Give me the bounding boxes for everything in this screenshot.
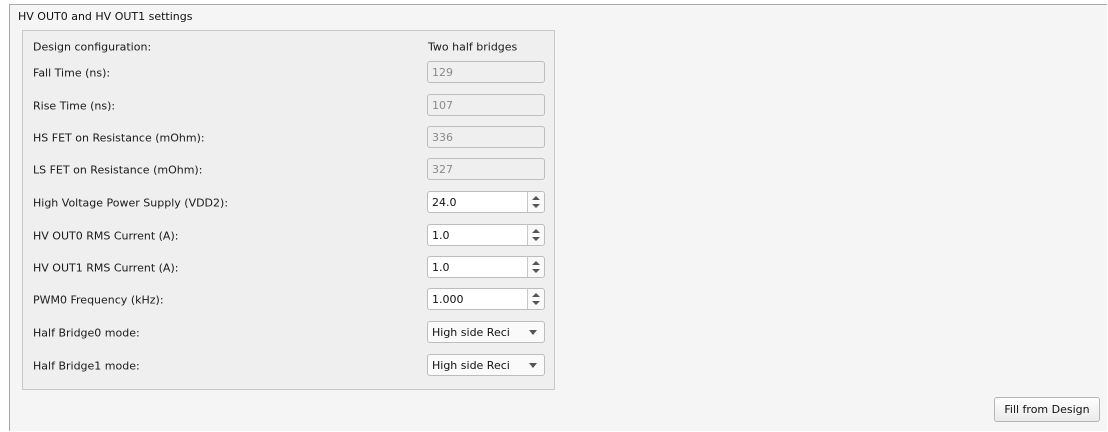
vdd2-value: 24.0: [432, 196, 457, 209]
spinner-down-icon[interactable]: [532, 269, 540, 273]
hv-out0-current-row: HV OUT0 RMS Current (A): 1.0: [23, 223, 554, 249]
vdd2-label: High Voltage Power Supply (VDD2):: [33, 196, 229, 210]
spinner-down-icon[interactable]: [532, 237, 540, 241]
half-bridge0-value: High side Reci: [432, 326, 510, 339]
design-config-row: Design configuration: Two half bridges: [23, 34, 554, 60]
hs-fet-label: HS FET on Resistance (mOhm):: [33, 131, 205, 145]
half-bridge0-row: Half Bridge0 mode: High side Reci: [23, 320, 554, 346]
pwm0-frequency-label: PWM0 Frequency (kHz):: [33, 293, 164, 307]
pwm0-frequency-spinner[interactable]: 1.000: [427, 288, 545, 310]
hv-out1-current-spinner-buttons[interactable]: [527, 257, 544, 277]
design-config-label: Design configuration:: [33, 40, 152, 54]
hv-out0-current-label: HV OUT0 RMS Current (A):: [33, 229, 179, 243]
rise-time-label: Rise Time (ns):: [33, 99, 116, 113]
half-bridge1-label: Half Bridge1 mode:: [33, 359, 140, 373]
ls-fet-row: LS FET on Resistance (mOhm): 327: [23, 157, 554, 183]
hv-out1-current-row: HV OUT1 RMS Current (A): 1.0: [23, 255, 554, 281]
hv-out1-current-value: 1.0: [432, 261, 450, 274]
fall-time-row: Fall Time (ns): 129: [23, 60, 554, 86]
ls-fet-field: 327: [427, 158, 545, 180]
vdd2-spinner[interactable]: 24.0: [427, 191, 545, 213]
vdd2-row: High Voltage Power Supply (VDD2): 24.0: [23, 190, 554, 216]
section-title: HV OUT0 and HV OUT1 settings: [18, 10, 193, 23]
chevron-down-icon: [529, 330, 537, 335]
hs-fet-field: 336: [427, 126, 545, 148]
chevron-down-icon: [529, 363, 537, 368]
half-bridge1-dropdown[interactable]: High side Reci: [427, 354, 545, 376]
spinner-up-icon[interactable]: [532, 196, 540, 200]
hv-out0-current-spinner-buttons[interactable]: [527, 225, 544, 245]
half-bridge1-row: Half Bridge1 mode: High side Reci: [23, 353, 554, 379]
hv-out1-current-label: HV OUT1 RMS Current (A):: [33, 261, 179, 275]
rise-time-row: Rise Time (ns): 107: [23, 93, 554, 119]
half-bridge0-dropdown[interactable]: High side Reci: [427, 321, 545, 343]
hs-fet-row: HS FET on Resistance (mOhm): 336: [23, 125, 554, 151]
fall-time-label: Fall Time (ns):: [33, 66, 111, 80]
spinner-down-icon[interactable]: [532, 301, 540, 305]
settings-group: Design configuration: Two half bridges F…: [22, 30, 555, 390]
hv-out0-current-value: 1.0: [432, 229, 450, 242]
rise-time-field: 107: [427, 94, 545, 116]
fall-time-field: 129: [427, 61, 545, 83]
ls-fet-label: LS FET on Resistance (mOhm):: [33, 163, 203, 177]
half-bridge0-label: Half Bridge0 mode:: [33, 326, 140, 340]
half-bridge1-value: High side Reci: [432, 359, 510, 372]
fill-from-design-button[interactable]: Fill from Design: [994, 397, 1100, 422]
pwm0-frequency-row: PWM0 Frequency (kHz): 1.000: [23, 287, 554, 313]
spinner-up-icon[interactable]: [532, 261, 540, 265]
hv-out0-current-spinner[interactable]: 1.0: [427, 224, 545, 246]
pwm0-frequency-value: 1.000: [432, 293, 464, 306]
design-config-value: Two half bridges: [428, 40, 518, 54]
hv-out1-current-spinner[interactable]: 1.0: [427, 256, 545, 278]
vdd2-spinner-buttons[interactable]: [527, 192, 544, 212]
spinner-up-icon[interactable]: [532, 229, 540, 233]
spinner-up-icon[interactable]: [532, 293, 540, 297]
spinner-down-icon[interactable]: [532, 204, 540, 208]
pwm0-frequency-spinner-buttons[interactable]: [527, 289, 544, 309]
